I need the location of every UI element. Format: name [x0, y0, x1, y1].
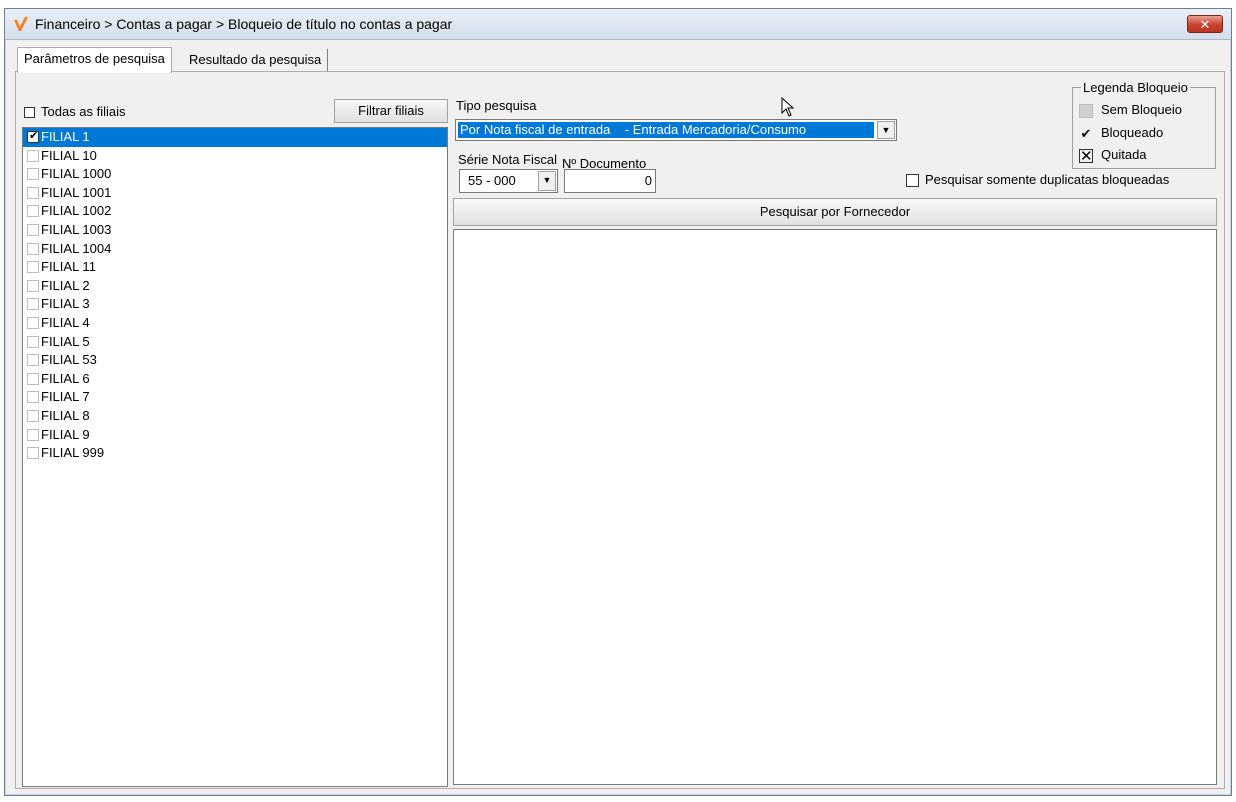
serie-nota-fiscal-select[interactable]: 55 - 000 ▼ [459, 169, 558, 193]
filial-checkbox[interactable]: ✔ [27, 130, 39, 143]
filial-item[interactable]: FILIAL 11 [23, 258, 447, 277]
filial-item[interactable]: FILIAL 1003 [23, 221, 447, 240]
filial-item[interactable]: FILIAL 1000 [23, 165, 447, 184]
tipo-pesquisa-value: Por Nota fiscal de entrada - Entrada Mer… [458, 122, 874, 138]
filial-checkbox[interactable] [27, 149, 39, 162]
filial-checkbox[interactable] [27, 335, 39, 348]
filial-checkbox[interactable] [27, 447, 39, 460]
search-parameters-panel: Todas as filiais Filtrar filiais ✔ FILIAL… [15, 71, 1225, 789]
todas-filiais-label: Todas as filiais [41, 104, 126, 119]
tab-resultado-pesquisa[interactable]: Resultado da pesquisa [183, 49, 329, 73]
serie-nota-fiscal-label: Série Nota Fiscal [458, 152, 557, 167]
filial-checkbox[interactable] [27, 261, 39, 274]
filial-item[interactable]: FILIAL 1002 [23, 202, 447, 221]
filial-item[interactable]: FILIAL 10 [23, 147, 447, 166]
filial-checkbox[interactable] [27, 298, 39, 311]
filial-item[interactable]: FILIAL 1004 [23, 240, 447, 259]
todas-filiais-box[interactable] [24, 107, 35, 119]
legend-item-bloqueado: ✔ Bloqueado [1080, 125, 1164, 141]
filial-item[interactable]: FILIAL 53 [23, 351, 447, 370]
filial-checkbox[interactable] [27, 372, 39, 385]
filial-checkbox[interactable] [27, 316, 39, 329]
filial-item[interactable]: FILIAL 8 [23, 407, 447, 426]
filial-checkbox[interactable] [27, 428, 39, 441]
window-title: Financeiro > Contas a pagar > Bloqueio d… [35, 16, 453, 32]
filial-checkbox[interactable] [27, 205, 39, 218]
filial-item[interactable]: FILIAL 6 [23, 370, 447, 389]
chevron-down-icon[interactable]: ▼ [538, 171, 556, 191]
filial-item[interactable]: ✔ FILIAL 1 [23, 128, 447, 147]
main-window: Financeiro > Contas a pagar > Bloqueio d… [4, 8, 1232, 796]
filial-checkbox[interactable] [27, 279, 39, 292]
filial-checkbox[interactable] [27, 168, 39, 181]
only-blocked-box[interactable] [906, 174, 919, 188]
results-area[interactable] [453, 229, 1217, 785]
filial-checkbox[interactable] [27, 223, 39, 236]
filial-checkbox[interactable] [27, 409, 39, 422]
filial-list[interactable]: ✔ FILIAL 1 FILIAL 10 FILIAL 1000 FILIAL 1… [22, 127, 448, 787]
gray-square-icon [1079, 103, 1093, 118]
filial-item[interactable]: FILIAL 5 [23, 333, 447, 352]
filial-checkbox[interactable] [27, 354, 39, 367]
numero-documento-input[interactable]: 0 [564, 169, 656, 193]
close-button[interactable]: ✕ [1187, 15, 1223, 33]
app-logo-icon [14, 17, 28, 31]
filial-item[interactable]: FILIAL 2 [23, 277, 447, 296]
only-blocked-checkbox[interactable]: Pesquisar somente duplicatas bloqueadas [906, 172, 1170, 188]
title-bar[interactable]: Financeiro > Contas a pagar > Bloqueio d… [5, 9, 1231, 40]
filtrar-filiais-button[interactable]: Filtrar filiais [334, 99, 448, 123]
filial-checkbox[interactable] [27, 242, 39, 255]
filial-item[interactable]: FILIAL 9 [23, 426, 447, 445]
legend-item-sem-bloqueio: Sem Bloqueio [1079, 102, 1182, 118]
legend-item-quitada: ✕ Quitada [1079, 147, 1147, 165]
filial-checkbox[interactable] [27, 391, 39, 404]
legenda-bloqueio-group: Legenda Bloqueio Sem Bloqueio ✔ Bloqueado… [1072, 80, 1216, 169]
filial-item[interactable]: FILIAL 7 [23, 388, 447, 407]
filial-item[interactable]: FILIAL 4 [23, 314, 447, 333]
check-icon: ✔ [29, 130, 39, 142]
only-blocked-label: Pesquisar somente duplicatas bloqueadas [925, 172, 1170, 187]
filial-item[interactable]: FILIAL 3 [23, 295, 447, 314]
tipo-pesquisa-select[interactable]: Por Nota fiscal de entrada - Entrada Mer… [455, 119, 897, 141]
legenda-bloqueio-title: Legenda Bloqueio [1081, 80, 1190, 95]
filial-item[interactable]: FILIAL 999 [23, 444, 447, 463]
filial-item[interactable]: FILIAL 1001 [23, 184, 447, 203]
chevron-down-icon[interactable]: ▼ [877, 121, 895, 139]
mouse-cursor-icon [781, 97, 795, 117]
tab-parametros-pesquisa[interactable]: Parâmetros de pesquisa [17, 47, 172, 73]
filial-checkbox[interactable] [27, 186, 39, 199]
todas-filiais-checkbox[interactable]: Todas as filiais [24, 104, 126, 119]
pesquisar-fornecedor-button[interactable]: Pesquisar por Fornecedor [453, 198, 1217, 226]
serie-value: 55 - 000 [468, 173, 516, 188]
tipo-pesquisa-label: Tipo pesquisa [456, 98, 537, 113]
x-icon: ✕ [1079, 147, 1093, 165]
check-icon: ✔ [1080, 125, 1092, 141]
